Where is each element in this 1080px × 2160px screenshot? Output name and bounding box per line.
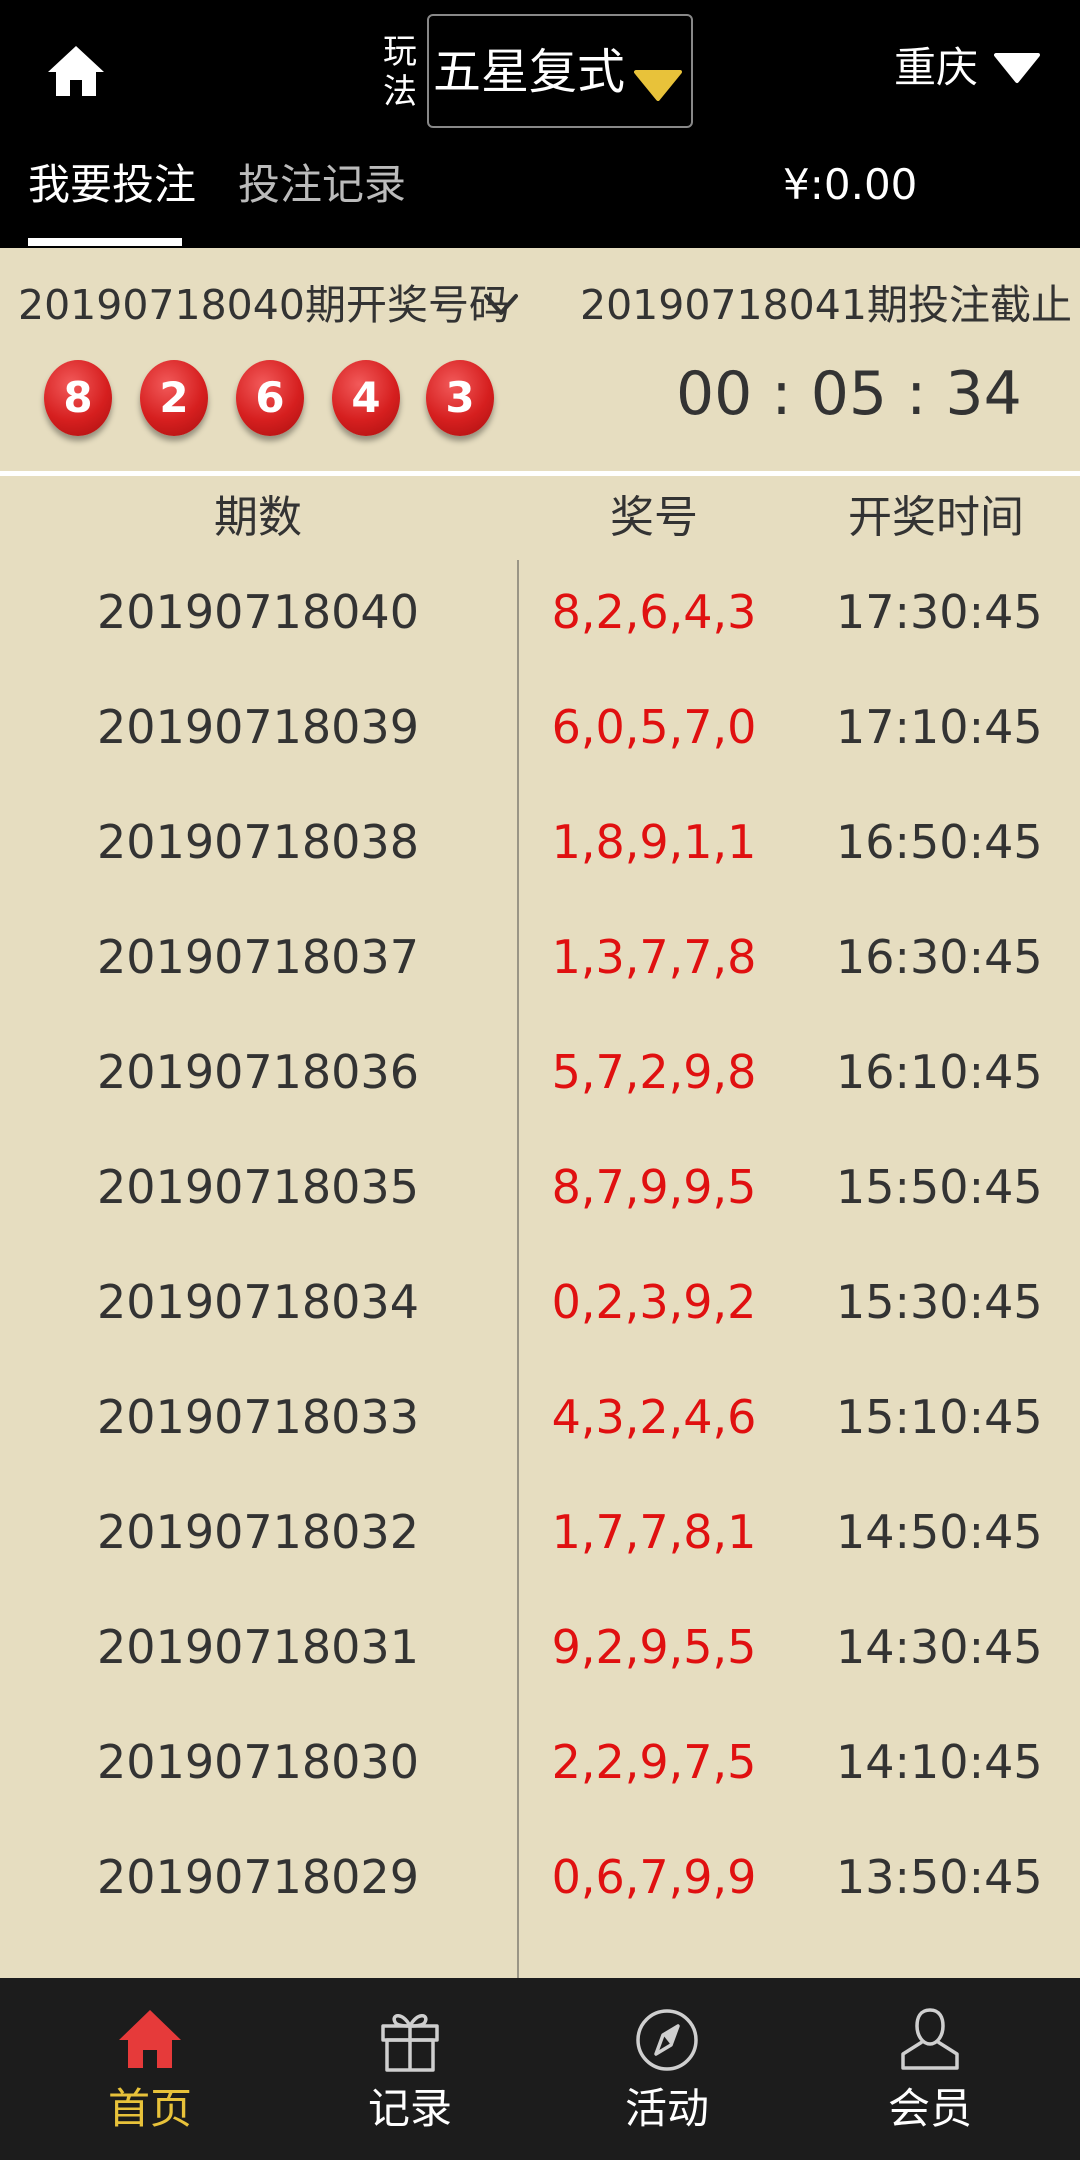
column-header-time: 开奖时间 — [848, 492, 1024, 543]
issue-cell: 20190718032 — [97, 1505, 419, 1559]
nav-label-activities: 活动 — [624, 2084, 709, 2133]
numbers-cell: 8,2,6,4,3 — [551, 585, 757, 639]
top-header: 玩法 五星复式 重庆 我要投注 投注记录 ¥:0.00 — [0, 0, 1080, 248]
table-row: 20190718036 5,7,2,9,8 16:10:45 — [0, 1020, 1080, 1134]
numbers-cell: 0,6,7,9,9 — [551, 1850, 757, 1904]
numbers-cell: 2,2,9,7,5 — [551, 1735, 757, 1789]
play-mode-select[interactable]: 五星复式 — [427, 14, 693, 128]
time-cell: 14:50:45 — [836, 1505, 1043, 1559]
time-cell: 14:10:45 — [836, 1735, 1043, 1789]
tab-bet-records[interactable]: 投注记录 — [238, 158, 406, 212]
nav-item-home[interactable]: 首页 — [15, 1978, 285, 2160]
table-row: 20190718032 1,7,7,8,1 14:50:45 — [0, 1480, 1080, 1594]
numbers-cell: 5,7,2,9,8 — [551, 1045, 757, 1099]
time-cell: 16:10:45 — [836, 1045, 1043, 1099]
column-header-numbers: 奖号 — [610, 492, 698, 543]
active-tab-indicator — [28, 238, 182, 246]
balance-display: ¥:0.00 — [783, 160, 918, 209]
time-cell: 15:10:45 — [836, 1390, 1043, 1444]
table-row: 20190718030 2,2,9,7,5 14:10:45 — [0, 1710, 1080, 1824]
issue-cell: 20190718040 — [97, 585, 419, 639]
table-row: 20190718037 1,3,7,7,8 16:30:45 — [0, 905, 1080, 1019]
numbers-cell: 4,3,2,4,6 — [551, 1390, 757, 1444]
nav-item-records[interactable]: 记录 — [275, 1978, 545, 2160]
nav-label-member: 会员 — [887, 2084, 972, 2133]
numbers-cell: 9,2,9,5,5 — [551, 1620, 757, 1674]
issue-cell: 20190718035 — [97, 1160, 419, 1214]
home-icon — [119, 2010, 181, 2068]
countdown-timer: 00 : 05 : 34 — [676, 359, 1022, 429]
time-cell: 17:10:45 — [836, 700, 1043, 754]
table-row: 20190718038 1,8,9,1,1 16:50:45 — [0, 790, 1080, 904]
numbers-cell: 8,7,9,9,5 — [551, 1160, 757, 1214]
table-row: 20190718029 0,6,7,9,9 13:50:45 — [0, 1825, 1080, 1939]
nav-item-member[interactable]: 会员 — [795, 1978, 1065, 2160]
table-row: 20190718039 6,0,5,7,0 17:10:45 — [0, 675, 1080, 789]
table-row: 20190718031 9,2,9,5,5 14:30:45 — [0, 1595, 1080, 1709]
numbers-cell: 1,8,9,1,1 — [551, 815, 757, 869]
nav-item-activities[interactable]: 活动 — [532, 1978, 802, 2160]
number-ball: 8 — [44, 360, 112, 436]
issue-cell: 20190718038 — [97, 815, 419, 869]
number-ball: 6 — [236, 360, 304, 436]
time-cell: 15:50:45 — [836, 1160, 1043, 1214]
next-issue-deadline: 20190718041期投注截止 — [580, 281, 1072, 329]
number-ball: 3 — [426, 360, 494, 436]
time-cell: 16:30:45 — [836, 930, 1043, 984]
play-mode-label: 玩法 — [383, 32, 417, 112]
time-cell: 16:50:45 — [836, 815, 1043, 869]
numbers-cell: 0,2,3,9,2 — [551, 1275, 757, 1329]
tab-place-bet[interactable]: 我要投注 — [28, 158, 196, 212]
nav-label-home: 首页 — [107, 2084, 192, 2133]
region-select[interactable]: 重庆 — [894, 40, 978, 96]
dropdown-triangle-icon — [634, 70, 682, 101]
issue-cell: 20190718037 — [97, 930, 419, 984]
issue-cell: 20190718030 — [97, 1735, 419, 1789]
bottom-nav-bar: 首页 记录 活动 会员 — [0, 1978, 1080, 2160]
region-dropdown-icon[interactable] — [994, 52, 1040, 84]
table-row: 20190718040 8,2,6,4,3 17:30:45 — [0, 560, 1080, 674]
number-ball: 2 — [140, 360, 208, 436]
time-cell: 17:30:45 — [836, 585, 1043, 639]
issue-cell: 20190718039 — [97, 700, 419, 754]
issue-cell: 20190718033 — [97, 1390, 419, 1444]
issue-cell: 20190718034 — [97, 1275, 419, 1329]
time-cell: 13:50:45 — [836, 1850, 1043, 1904]
section-divider — [0, 471, 1080, 476]
issue-cell: 20190718029 — [97, 1850, 419, 1904]
issue-cell: 20190718031 — [97, 1620, 419, 1674]
play-mode-value: 五星复式 — [433, 44, 626, 100]
numbers-cell: 1,3,7,7,8 — [551, 930, 757, 984]
last-draw-issue[interactable]: 20190718040期开奖号码 — [18, 278, 510, 332]
table-row: 20190718034 0,2,3,9,2 15:30:45 — [0, 1250, 1080, 1364]
column-header-issue: 期数 — [214, 492, 302, 543]
draw-info-section: 20190718040期开奖号码 8 2 6 4 3 20190718041期投… — [0, 248, 1080, 472]
gift-icon — [381, 2014, 439, 2072]
chevron-down-icon[interactable] — [483, 292, 519, 318]
numbers-cell: 1,7,7,8,1 — [551, 1505, 757, 1559]
home-icon[interactable] — [44, 38, 108, 102]
compass-icon — [636, 2009, 698, 2071]
table-row: 20190718033 4,3,2,4,6 15:10:45 — [0, 1365, 1080, 1479]
number-ball: 4 — [332, 360, 400, 436]
table-row: 20190718035 8,7,9,9,5 15:50:45 — [0, 1135, 1080, 1249]
numbers-cell: 6,0,5,7,0 — [551, 700, 757, 754]
issue-cell: 20190718036 — [97, 1045, 419, 1099]
time-cell: 14:30:45 — [836, 1620, 1043, 1674]
time-cell: 15:30:45 — [836, 1275, 1043, 1329]
user-icon — [901, 2008, 959, 2070]
nav-label-records: 记录 — [367, 2084, 452, 2133]
